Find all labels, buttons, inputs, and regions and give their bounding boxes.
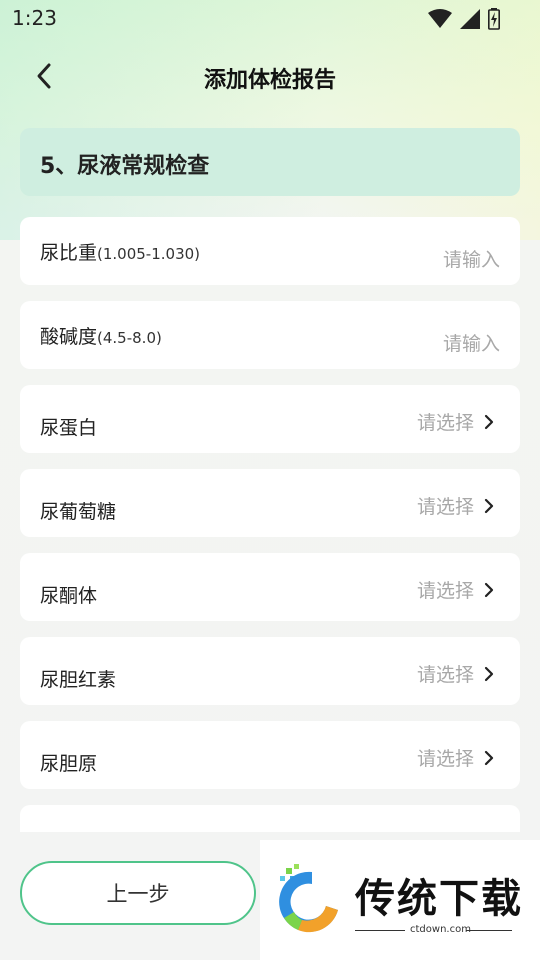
watermark-logo: 传统下载 ctdown.com	[260, 840, 540, 960]
watermark-divider	[466, 930, 512, 931]
chevron-right-icon	[484, 414, 494, 429]
watermark-divider	[355, 930, 405, 931]
header: 添加体检报告	[0, 48, 540, 104]
row-label: 酸碱度(4.5-8.0)	[40, 322, 162, 349]
chevron-right-icon	[484, 582, 494, 597]
row-label: 尿蛋白	[40, 417, 98, 439]
select-field[interactable]: 请选择	[417, 408, 494, 435]
select-placeholder: 请选择	[416, 412, 474, 434]
row-label: 尿胆原	[40, 753, 98, 775]
ph-input[interactable]: 请输入	[443, 329, 500, 356]
select-row-urine-protein[interactable]: 尿蛋白 请选择	[20, 385, 520, 453]
select-row-urobilinogen[interactable]: 尿胆原 请选择	[20, 721, 520, 789]
specific-gravity-input[interactable]: 请输入	[443, 245, 500, 272]
row-label-text: 尿比重	[40, 242, 98, 264]
input-row-specific-gravity[interactable]: 尿比重(1.005-1.030) 请输入	[20, 217, 520, 285]
select-placeholder: 请选择	[416, 748, 474, 770]
previous-step-button[interactable]: 上一步	[20, 861, 256, 925]
row-label: 尿葡萄糖	[40, 501, 117, 523]
row-label-text: 酸碱度	[40, 326, 98, 348]
chevron-right-icon	[484, 750, 494, 765]
select-placeholder: 请选择	[416, 580, 474, 602]
row-range: (4.5-8.0)	[97, 329, 162, 347]
select-placeholder: 请选择	[416, 496, 474, 518]
select-row-urine-bilirubin[interactable]: 尿胆红素 请选择	[20, 637, 520, 705]
select-field[interactable]: 请选择	[417, 576, 494, 603]
watermark-logo-icon	[279, 864, 338, 933]
watermark-brand: 传统下载	[355, 876, 523, 922]
row-label: 尿胆红素	[40, 669, 117, 691]
status-time: 1:23	[12, 6, 57, 30]
chevron-right-icon	[484, 666, 494, 681]
wifi-icon	[428, 9, 452, 28]
select-field[interactable]: 请选择	[417, 492, 494, 519]
row-label: 尿酮体	[40, 585, 98, 607]
select-row-urine-glucose[interactable]: 尿葡萄糖 请选择	[20, 469, 520, 537]
input-row-ph[interactable]: 酸碱度(4.5-8.0) 请输入	[20, 301, 520, 369]
section-title: 5、尿液常规检查	[40, 154, 210, 179]
status-icons	[428, 8, 500, 30]
row-range: (1.005-1.030)	[97, 245, 201, 263]
section-banner: 5、尿液常规检查	[20, 128, 520, 196]
watermark-site: ctdown.com	[410, 924, 471, 935]
select-field[interactable]: 请选择	[417, 660, 494, 687]
select-placeholder: 请选择	[416, 664, 474, 686]
page-title: 添加体检报告	[203, 68, 336, 93]
battery-charging-icon	[488, 8, 500, 30]
status-bar: 1:23	[0, 0, 540, 38]
row-label: 尿比重(1.005-1.030)	[40, 238, 200, 265]
select-row-urine-ketone[interactable]: 尿酮体 请选择	[20, 553, 520, 621]
chevron-right-icon	[484, 498, 494, 513]
select-field[interactable]: 请选择	[417, 744, 494, 771]
signal-icon	[460, 9, 480, 29]
